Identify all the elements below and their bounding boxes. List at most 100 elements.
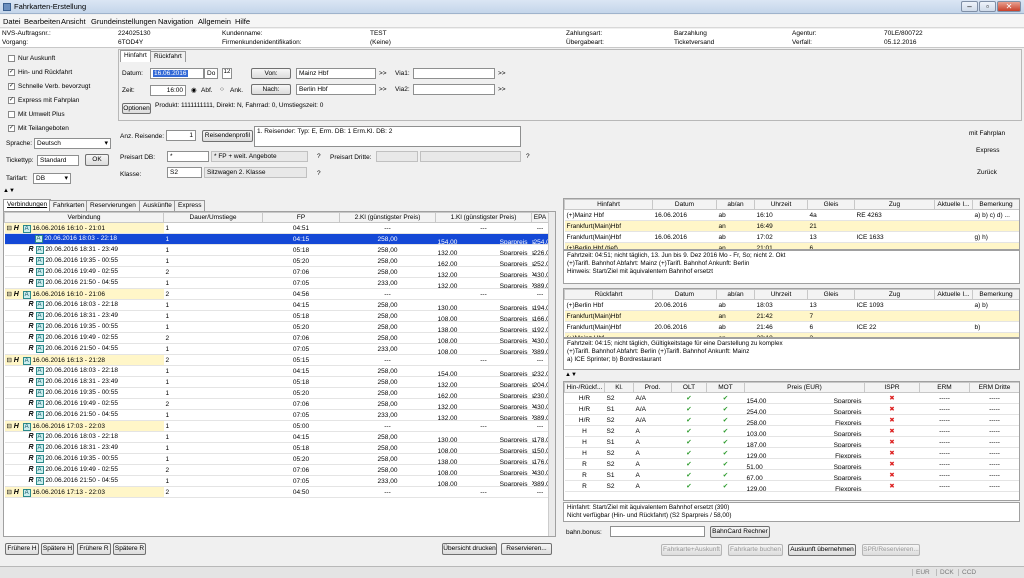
connection-row[interactable]: RA 20.06.2016 18:31 - 23:49 1 05:18 258,00… [4, 244, 549, 256]
ank-radio-icon[interactable]: ○ [220, 86, 224, 93]
spaetere-r-button[interactable]: Spätere R [113, 543, 146, 555]
connection-row[interactable]: RA 20.06.2016 18:31 - 23:49 1 05:18 258,00… [4, 442, 549, 454]
collapse-icon[interactable]: ⊟ [7, 357, 12, 364]
splitter-right-icon[interactable]: ▲▼ [565, 372, 577, 378]
connection-group-row[interactable]: ⊟ H A 16.06.2016 16:13 - 21:28 2 05:15 ---… [4, 354, 549, 366]
connection-row[interactable]: RA 20.06.2016 18:03 - 22:18 1 04:15 258,00… [4, 365, 549, 377]
connection-row[interactable]: RA 20.06.2016 21:50 - 04:55 1 07:05 233,00… [4, 277, 549, 289]
col-epa[interactable]: EPA [531, 212, 549, 223]
col-header[interactable]: Bemerkung [972, 199, 1019, 210]
schnelle-verb-checkbox[interactable]: ✓ [8, 83, 15, 90]
col-header[interactable]: OLT [671, 382, 707, 393]
tab-auskuenfte[interactable]: Auskünfte [139, 200, 176, 211]
connection-group-row[interactable]: ⊟ H A 16.06.2016 16:10 - 21:01 1 04:51 ---… [4, 222, 549, 234]
col-header[interactable]: Datum [652, 199, 717, 210]
nach-field[interactable]: Berlin Hbf [296, 84, 376, 95]
datum-field[interactable]: 16.06.2016 [153, 70, 188, 77]
klasse-field[interactable]: S2 [167, 167, 202, 178]
connection-group-row[interactable]: ⊟ H A 16.06.2016 17:13 - 22:03 2 04:50 ---… [4, 486, 549, 498]
tarifart-select[interactable]: DB [33, 173, 71, 184]
price-row[interactable]: H S1 A ✔ ✔ 187,00 Sparpreis ✖ ----- ----- [564, 436, 1019, 448]
connection-row[interactable]: RA 20.06.2016 18:03 - 22:18 1 04:15 258,00… [4, 431, 549, 443]
sprache-select[interactable]: Deutsch [34, 138, 111, 149]
col-header[interactable]: Gleis [807, 199, 855, 210]
col-header[interactable]: ISPR [864, 382, 920, 393]
col-dauer[interactable]: Dauer/Umstiege [163, 212, 263, 223]
zurueck-link[interactable]: Zurück [977, 169, 997, 176]
menu-allgemein[interactable]: Allgemein [198, 17, 231, 26]
uebersicht-drucken-button[interactable]: Übersicht drucken [442, 543, 497, 555]
calendar-icon[interactable]: 12 [222, 68, 232, 79]
price-row[interactable]: H S2 A ✔ ✔ 129,00 Flexpreis ✖ ----- ----- [564, 447, 1019, 459]
col-header[interactable]: Bemerkung [972, 289, 1019, 300]
menu-grundeinstellungen[interactable]: Grundeinstellungen [91, 17, 156, 26]
connection-row[interactable]: RA 20.06.2016 21:50 - 04:55 1 07:05 233,00… [4, 409, 549, 421]
von-more-button[interactable]: >> [379, 70, 387, 77]
tab-express[interactable]: Express [174, 200, 206, 211]
col-header[interactable]: Uhrzeit [754, 289, 808, 300]
ok-button[interactable]: OK [85, 154, 109, 166]
tab-rueckfahrt[interactable]: Rückfahrt [150, 51, 186, 62]
collapse-icon[interactable]: ⊟ [7, 423, 12, 430]
von-button[interactable]: Von: [251, 68, 291, 79]
fruehere-h-button[interactable]: Frühere H [5, 543, 39, 555]
nur-auskunft-checkbox[interactable] [8, 55, 15, 62]
tab-hinfahrt[interactable]: Hinfahrt [120, 50, 151, 62]
col-header[interactable]: Datum [652, 289, 717, 300]
price-row[interactable]: R S2 A ✔ ✔ 129,00 Flexpreis ✖ ----- ----- [564, 480, 1019, 492]
umwelt-plus-checkbox[interactable] [8, 111, 15, 118]
col-header[interactable]: Rückfahrt [564, 289, 653, 300]
bahnbonus-field[interactable] [610, 526, 705, 537]
col-header[interactable]: Zug [854, 289, 935, 300]
col-header[interactable]: ERM [919, 382, 970, 393]
connection-row[interactable]: RA 20.06.2016 18:03 - 22:18 1 04:15 258,00… [4, 299, 549, 311]
teilangebote-checkbox[interactable]: ✓ [8, 125, 15, 132]
connection-row[interactable]: RA 20.06.2016 19:49 - 02:55 2 07:06 258,00… [4, 266, 549, 278]
abf-radio-icon[interactable]: ◉ [191, 86, 197, 94]
connection-row[interactable]: RA 20.06.2016 21:50 - 04:55 1 07:05 233,00… [4, 343, 549, 355]
stop-row[interactable]: Frankfurt(Main)Hbf 16.06.2016 ab 17:02 13 ICE… [564, 231, 1019, 243]
col-header[interactable]: MOT [706, 382, 745, 393]
col-header[interactable]: ERM Dritte [969, 382, 1019, 393]
price-row[interactable]: R S1 A ✔ ✔ 67,00 Sparpreis ✖ ----- ----- [564, 469, 1019, 481]
tab-fahrkarten[interactable]: Fahrkarten [49, 200, 89, 211]
collapse-icon[interactable]: ⊟ [7, 291, 12, 298]
spaetere-h-button[interactable]: Spätere H [41, 543, 74, 555]
fahrkarte-auskunft-button[interactable]: Fahrkarte+Auskunft [661, 544, 722, 556]
von-field[interactable]: Mainz Hbf [296, 68, 376, 79]
connection-row[interactable]: RA 20.06.2016 19:49 - 02:55 2 07:06 258,00… [4, 332, 549, 344]
hin-rueck-checkbox[interactable]: ✓ [8, 69, 15, 76]
maximize-button[interactable]: ▫ [979, 1, 996, 12]
stop-row[interactable]: (+)Berlin Hbf (tief) an 21:01 6 [564, 242, 1019, 249]
col-header[interactable]: Aktuelle I... [934, 289, 973, 300]
price-row[interactable]: H S2 A ✔ ✔ 103,00 Sparpreis ✖ ----- ----- [564, 425, 1019, 437]
col-header[interactable]: Uhrzeit [754, 199, 808, 210]
splitter-up-icon[interactable]: ▲▼ [3, 188, 15, 194]
reisende-field[interactable]: 1 [166, 130, 196, 141]
tab-reservierungen[interactable]: Reservierungen [86, 200, 140, 211]
reservieren-button[interactable]: Reservieren... [501, 543, 552, 555]
menu-bearbeiten[interactable]: Bearbeiten [24, 17, 60, 26]
connection-row[interactable]: RA 20.06.2016 19:49 - 02:55 2 07:06 258,00… [4, 398, 549, 410]
menu-ansicht[interactable]: Ansicht [61, 17, 86, 26]
col-fp[interactable]: FP [262, 212, 340, 223]
stop-row[interactable]: Frankfurt(Main)Hbf an 21:42 7 [564, 310, 1019, 322]
optionen-button[interactable]: Optionen [122, 103, 151, 114]
connection-row[interactable]: RA 20.06.2016 18:31 - 23:49 1 05:18 258,00… [4, 310, 549, 322]
col-header[interactable]: Hinfahrt [564, 199, 653, 210]
stop-row[interactable]: Frankfurt(Main)Hbf an 16:49 21 [564, 220, 1019, 232]
col-header[interactable]: ab/an [716, 199, 755, 210]
mit-fahrplan-link[interactable]: mit Fahrplan [969, 130, 1005, 137]
bahncard-rechner-button[interactable]: BahnCard Rechner [710, 526, 770, 538]
connection-row[interactable]: RA 20.06.2016 18:31 - 23:49 1 05:18 258,00… [4, 376, 549, 388]
menu-hilfe[interactable]: Hilfe [235, 17, 250, 26]
spr-reservieren-button[interactable]: SPR/Reservieren... [862, 544, 920, 556]
collapse-icon[interactable]: ⊟ [7, 489, 12, 496]
connection-row[interactable]: RA 20.06.2016 21:50 - 04:55 1 07:05 233,00… [4, 475, 549, 487]
connection-row[interactable]: RA 20.06.2016 19:35 - 00:55 1 05:20 258,00… [4, 255, 549, 267]
col-header[interactable]: Kl. [604, 382, 634, 393]
reisendenprofil-button[interactable]: Reisendenprofil [202, 130, 253, 142]
close-button[interactable]: ✕ [997, 1, 1021, 12]
zeit-field[interactable]: 16:00 [150, 85, 186, 96]
stop-row[interactable]: (+)Berlin Hbf 20.06.2016 ab 18:03 13 ICE 1093… [564, 299, 1019, 311]
